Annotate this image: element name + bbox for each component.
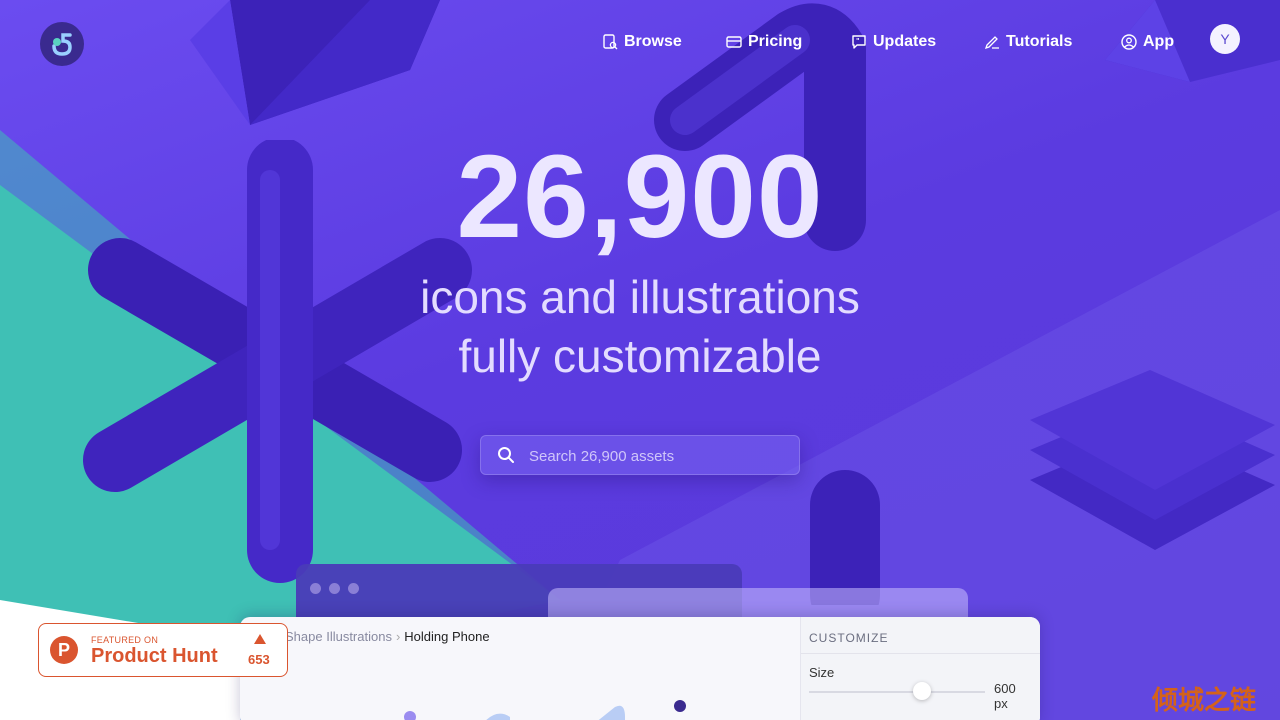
customize-title: CUSTOMIZE [809, 631, 889, 645]
user-avatar[interactable]: Y [1210, 24, 1240, 54]
nav-browse-label: Browse [624, 33, 682, 50]
product-hunt-name: Product Hunt [91, 645, 218, 667]
nav-app[interactable]: App [1121, 32, 1174, 52]
pen-icon [984, 36, 999, 50]
landing-page: Browse Pricing " Updates Tutorials App Y… [0, 0, 1280, 720]
brand-logo[interactable] [40, 22, 84, 66]
size-slider-handle[interactable] [913, 682, 931, 700]
size-slider-track[interactable] [809, 691, 985, 693]
nav-tutorials[interactable]: Tutorials [984, 32, 1072, 52]
upvote-count: 653 [248, 652, 270, 667]
chevron-right-icon: › [395, 629, 401, 644]
breadcrumb-current: Holding Phone [404, 629, 490, 644]
hero-subtitle-line-1: icons and illustrations [420, 271, 860, 323]
size-number: 600 [994, 681, 1016, 696]
size-unit: px [994, 696, 1008, 711]
logo-icon [52, 33, 72, 56]
pill-shape [810, 470, 880, 605]
credit-card-icon [726, 36, 742, 48]
breadcrumb-parent[interactable]: Shape Illustrations [285, 629, 392, 644]
window-dot [348, 583, 359, 594]
breadcrumb: Shape Illustrations › Holding Phone [285, 629, 490, 644]
nav-tutorials-label: Tutorials [1006, 33, 1073, 50]
nav-app-label: App [1143, 33, 1175, 50]
search-input[interactable] [527, 436, 791, 476]
size-value[interactable]: 600 px [994, 681, 1016, 711]
nav-updates[interactable]: " Updates [851, 32, 936, 52]
divider [801, 653, 1040, 654]
user-circle-icon [1121, 34, 1137, 50]
cube-shape [190, 0, 440, 125]
window-dot [310, 583, 321, 594]
nav-pricing-label: Pricing [748, 33, 803, 50]
size-label: Size [809, 665, 835, 680]
nav-pricing[interactable]: Pricing [726, 32, 802, 52]
search-icon [498, 447, 514, 463]
hero-asset-count: 26,900 [456, 131, 824, 263]
hero-subtitle-line-2: fully customizable [458, 330, 822, 382]
mockup-window: Shape Illustrations › Holding Phone CUST… [240, 617, 1040, 720]
document-search-icon [603, 34, 618, 50]
nav-updates-label: Updates [873, 33, 937, 50]
product-hunt-badge[interactable]: P FEATURED ON Product Hunt 653 [38, 623, 288, 677]
window-dot [329, 583, 340, 594]
product-hunt-logo-icon: P [50, 636, 78, 664]
illustration-preview [404, 700, 686, 720]
watermark-text: 倾城之链 [1152, 686, 1257, 716]
search-bar[interactable] [480, 435, 800, 476]
customize-panel: CUSTOMIZE Size 600 px [800, 617, 1040, 720]
nav-browse[interactable]: Browse [602, 32, 682, 52]
top-nav: Browse Pricing " Updates Tutorials App Y [0, 22, 1280, 66]
featured-on-text: FEATURED ON [91, 635, 159, 645]
upvote-triangle-icon [254, 634, 266, 644]
svg-text:": " [856, 37, 860, 45]
chat-quote-icon: " [852, 35, 866, 49]
